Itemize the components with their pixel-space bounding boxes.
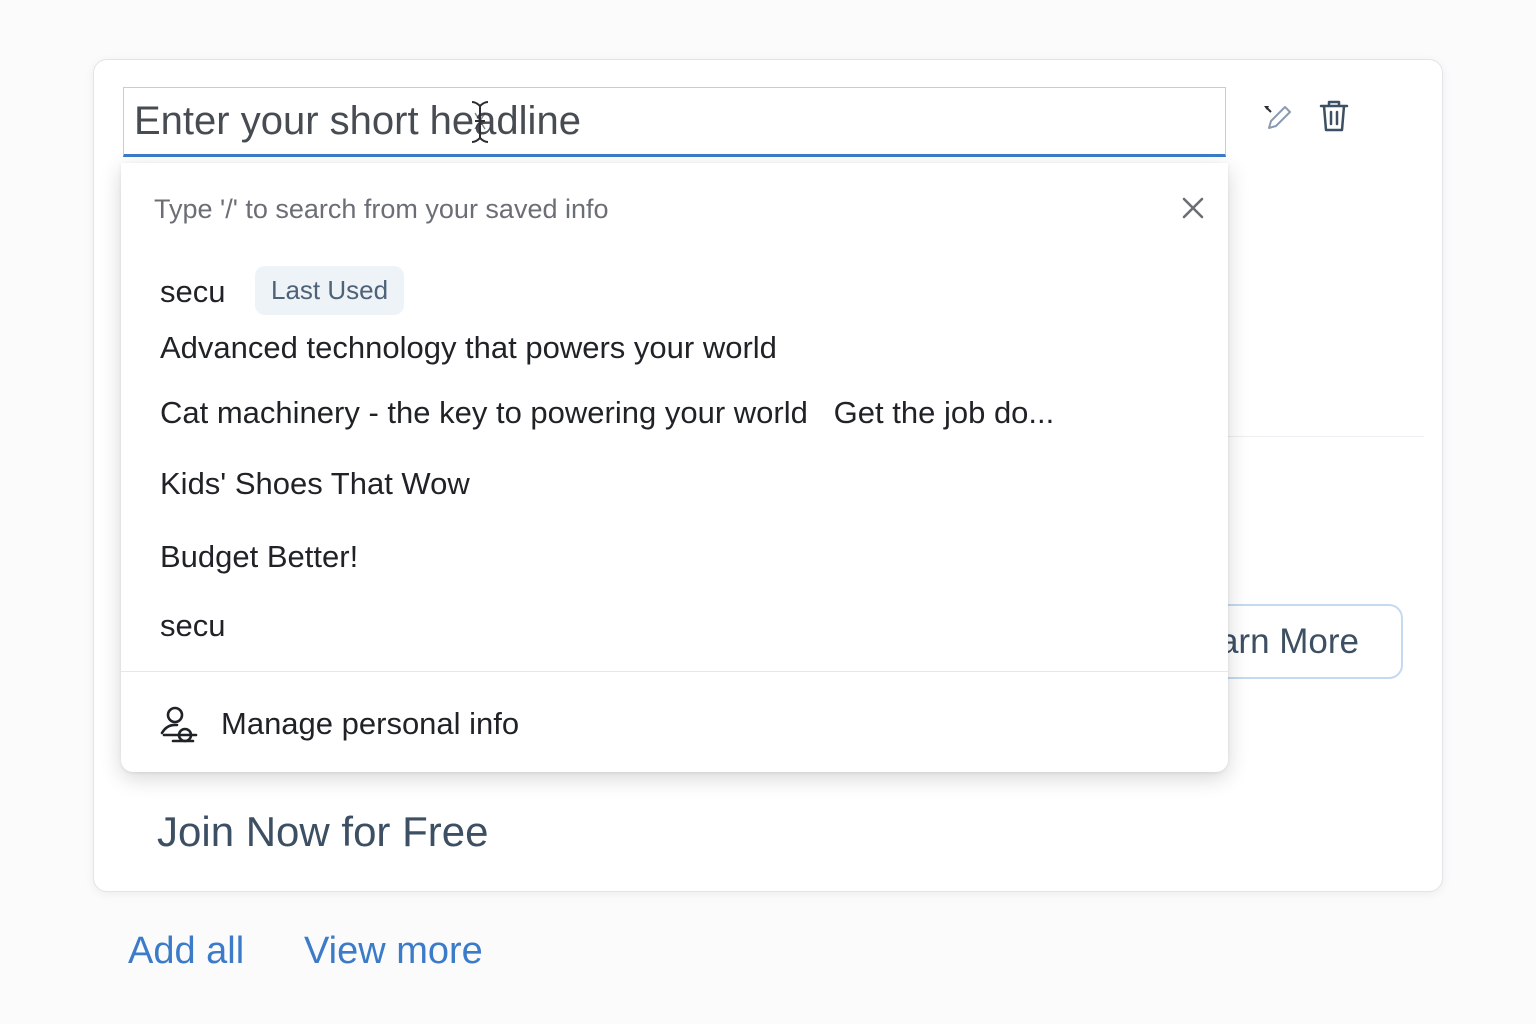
view-more-link[interactable]: View more (304, 930, 483, 973)
last-used-badge: Last Used (255, 266, 405, 315)
dropdown-divider (121, 671, 1228, 672)
pencil-icon (1264, 106, 1291, 129)
edit-button[interactable] (1258, 98, 1298, 138)
manage-personal-info-button[interactable]: Manage personal info (159, 701, 519, 747)
trash-icon (1319, 100, 1349, 132)
text-cursor-icon (471, 101, 489, 143)
delete-button[interactable] (1314, 96, 1354, 136)
manage-info-icon (160, 706, 198, 743)
headline-input[interactable] (123, 87, 1226, 157)
join-now-text: Join Now for Free (157, 808, 489, 855)
section-divider (1228, 436, 1424, 437)
suggestion-item[interactable]: Advanced technology that powers your wor… (160, 330, 777, 366)
search-hint: Type '/' to search from your saved info (154, 194, 609, 224)
suggestion-item[interactable]: secu (160, 274, 225, 310)
suggestion-item[interactable]: Kids' Shoes That Wow (160, 466, 470, 502)
suggestion-item[interactable]: secu (160, 608, 225, 644)
suggestion-item[interactable]: Budget Better! (160, 539, 358, 575)
add-all-link[interactable]: Add all (128, 930, 244, 973)
close-button[interactable] (1178, 193, 1208, 223)
close-icon (1182, 197, 1204, 219)
manage-personal-info-label: Manage personal info (221, 706, 520, 741)
suggestion-item[interactable]: Cat machinery - the key to powering your… (160, 395, 1054, 431)
page: Learn More Join Now for Free Add all Vie… (0, 0, 1536, 1024)
autofill-dropdown: Type '/' to search from your saved info … (121, 163, 1228, 772)
